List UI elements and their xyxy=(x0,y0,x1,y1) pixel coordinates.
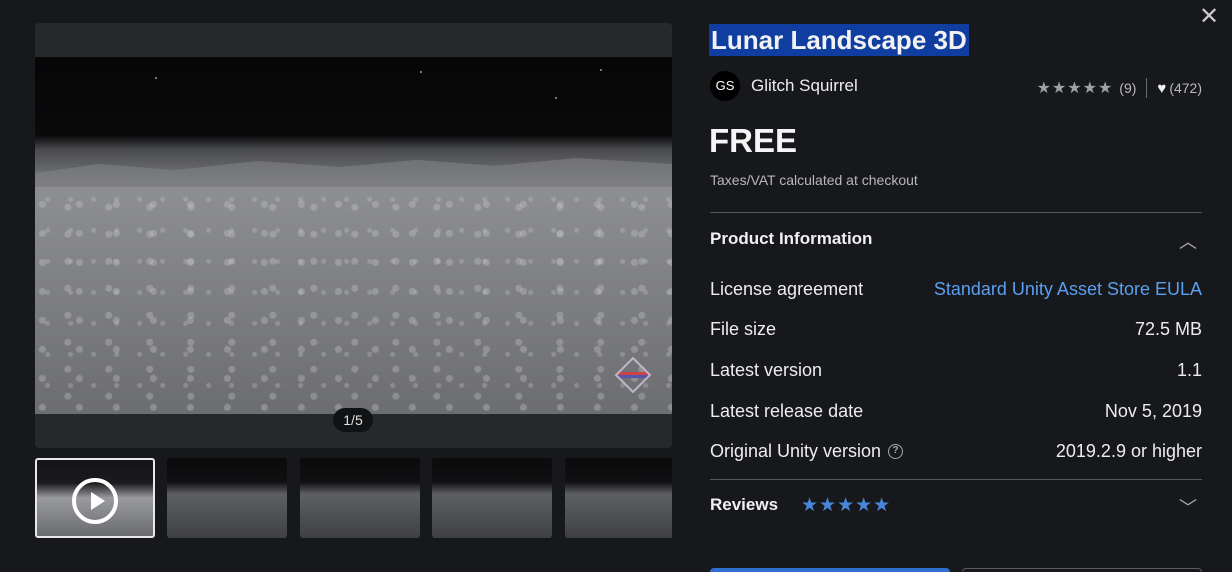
info-label: Latest release date xyxy=(710,400,864,421)
info-label: Latest version xyxy=(710,359,823,380)
star-speck xyxy=(600,69,602,71)
favorites-count: (472) xyxy=(1169,80,1202,96)
divider xyxy=(710,479,1202,480)
info-value: Nov 5, 2019 xyxy=(1104,400,1202,421)
star-speck xyxy=(155,77,157,79)
info-value: 1.1 xyxy=(1176,359,1202,380)
star-speck xyxy=(420,71,422,73)
chevron-up-icon[interactable]: ︿ xyxy=(1179,228,1197,254)
primary-action-button[interactable] xyxy=(710,568,950,572)
info-row-latest-version: Latest version 1.1 xyxy=(710,357,1202,383)
reviews-heading[interactable]: Reviews xyxy=(710,495,778,515)
info-label-text: Original Unity version xyxy=(710,440,882,461)
thumbnail-strip[interactable] xyxy=(35,458,672,538)
thumbnail-video[interactable] xyxy=(35,458,155,538)
info-value: 72.5 MB xyxy=(1134,318,1202,339)
heart-icon[interactable]: ♥ xyxy=(1157,80,1166,97)
media-viewer[interactable]: 1/5 xyxy=(35,23,672,448)
license-link[interactable]: Standard Unity Asset Store EULA xyxy=(934,279,1202,300)
divider xyxy=(1146,78,1148,98)
info-label: Original Unity version ? xyxy=(710,440,904,462)
info-row-license: License agreement Standard Unity Asset S… xyxy=(710,276,1202,302)
star-speck xyxy=(555,97,557,99)
publisher-link[interactable]: GS Glitch Squirrel xyxy=(710,71,858,101)
chevron-down-icon[interactable]: ﹀ xyxy=(1179,494,1197,520)
thumbnail-image[interactable] xyxy=(432,458,552,538)
thumbnail-image[interactable] xyxy=(565,458,672,538)
info-row-release-date: Latest release date Nov 5, 2019 xyxy=(710,398,1202,424)
close-icon[interactable]: ✕ xyxy=(1198,5,1220,29)
rating-summary[interactable]: ★★★★★ (9) ♥ (472) xyxy=(1037,78,1202,98)
rating-count[interactable]: (9) xyxy=(1119,80,1136,96)
play-icon xyxy=(72,478,118,524)
thumbnail-image[interactable] xyxy=(167,458,287,538)
publisher-avatar: GS xyxy=(710,71,740,101)
info-row-file-size: File size 72.5 MB xyxy=(710,316,1202,342)
thumbnail-image[interactable] xyxy=(300,458,420,538)
info-label: License agreement xyxy=(710,278,864,299)
info-label: File size xyxy=(710,318,777,339)
info-value: 2019.2.9 or higher xyxy=(1055,440,1202,461)
info-row-unity-version: Original Unity version ? 2019.2.9 or hig… xyxy=(710,438,1202,464)
main-preview-image[interactable] xyxy=(35,57,672,414)
lunar-ground xyxy=(35,187,672,414)
image-pager: 1/5 xyxy=(333,408,373,432)
divider xyxy=(710,212,1202,213)
secondary-action-button[interactable] xyxy=(962,568,1202,572)
reviews-stars: ★★★★★ xyxy=(801,495,892,516)
tax-note: Taxes/VAT calculated at checkout xyxy=(710,172,918,188)
product-info-heading[interactable]: Product Information xyxy=(710,229,872,249)
rating-stars: ★★★★★ xyxy=(1036,80,1114,97)
product-title: Lunar Landscape 3D xyxy=(709,24,969,56)
price: FREE xyxy=(709,122,798,159)
question-circle-icon[interactable]: ? xyxy=(888,443,904,459)
publisher-name[interactable]: Glitch Squirrel xyxy=(751,76,858,96)
